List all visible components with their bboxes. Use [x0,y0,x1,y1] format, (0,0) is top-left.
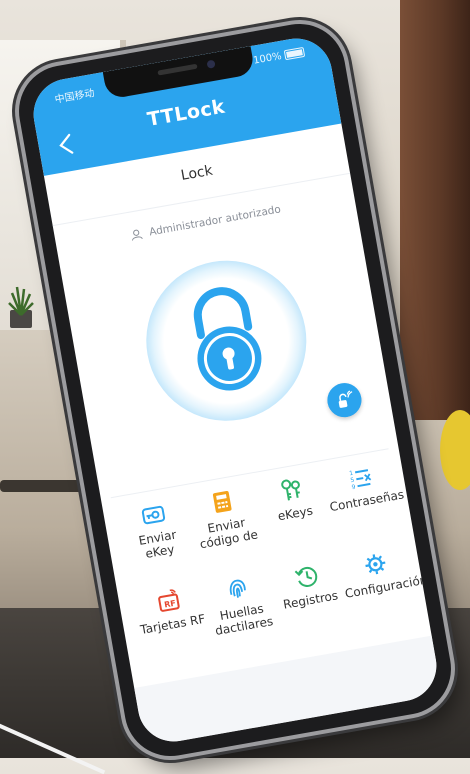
passcode-calculator-icon [212,490,232,513]
keys-icon [281,479,300,501]
user-icon [131,229,143,241]
front-camera [206,59,216,69]
unlock-button[interactable] [134,248,319,433]
svg-text:9: 9 [351,484,356,492]
rf-card-icon: RF [158,589,180,612]
menu-settings[interactable]: Configuración [339,545,429,644]
battery-icon [283,46,306,61]
lock-area [60,216,394,475]
remote-unlock-icon[interactable] [324,380,365,420]
background-yellow-object [440,410,470,490]
send-ekey-icon [141,505,166,525]
settings-gear-icon [365,554,386,575]
menu-passwords[interactable]: 1 5 9 Contraseñas [323,459,407,558]
fingerprint-icon [229,579,246,598]
menu-label: eKeys [276,503,314,524]
status-carrier: 中国移动 [54,87,96,106]
history-icon [294,567,318,587]
menu-label: Huellas dactilares [214,601,275,638]
menu-label: Tarjetas RF [139,611,207,637]
speaker-grille [157,63,198,76]
background-table [0,480,90,492]
menu-label: Registros [282,588,340,612]
menu-label: Configuración [343,572,429,601]
background-curtain [400,0,470,420]
background-plant [8,286,34,316]
battery-percent: 100% [252,50,283,67]
menu-label: Contraseñas [328,487,406,515]
password-list-icon: 1 5 9 [349,469,372,492]
status-battery: 100% [252,46,306,67]
menu-label: Enviar código de [198,515,259,552]
menu-label: Enviar eKey [137,527,178,561]
